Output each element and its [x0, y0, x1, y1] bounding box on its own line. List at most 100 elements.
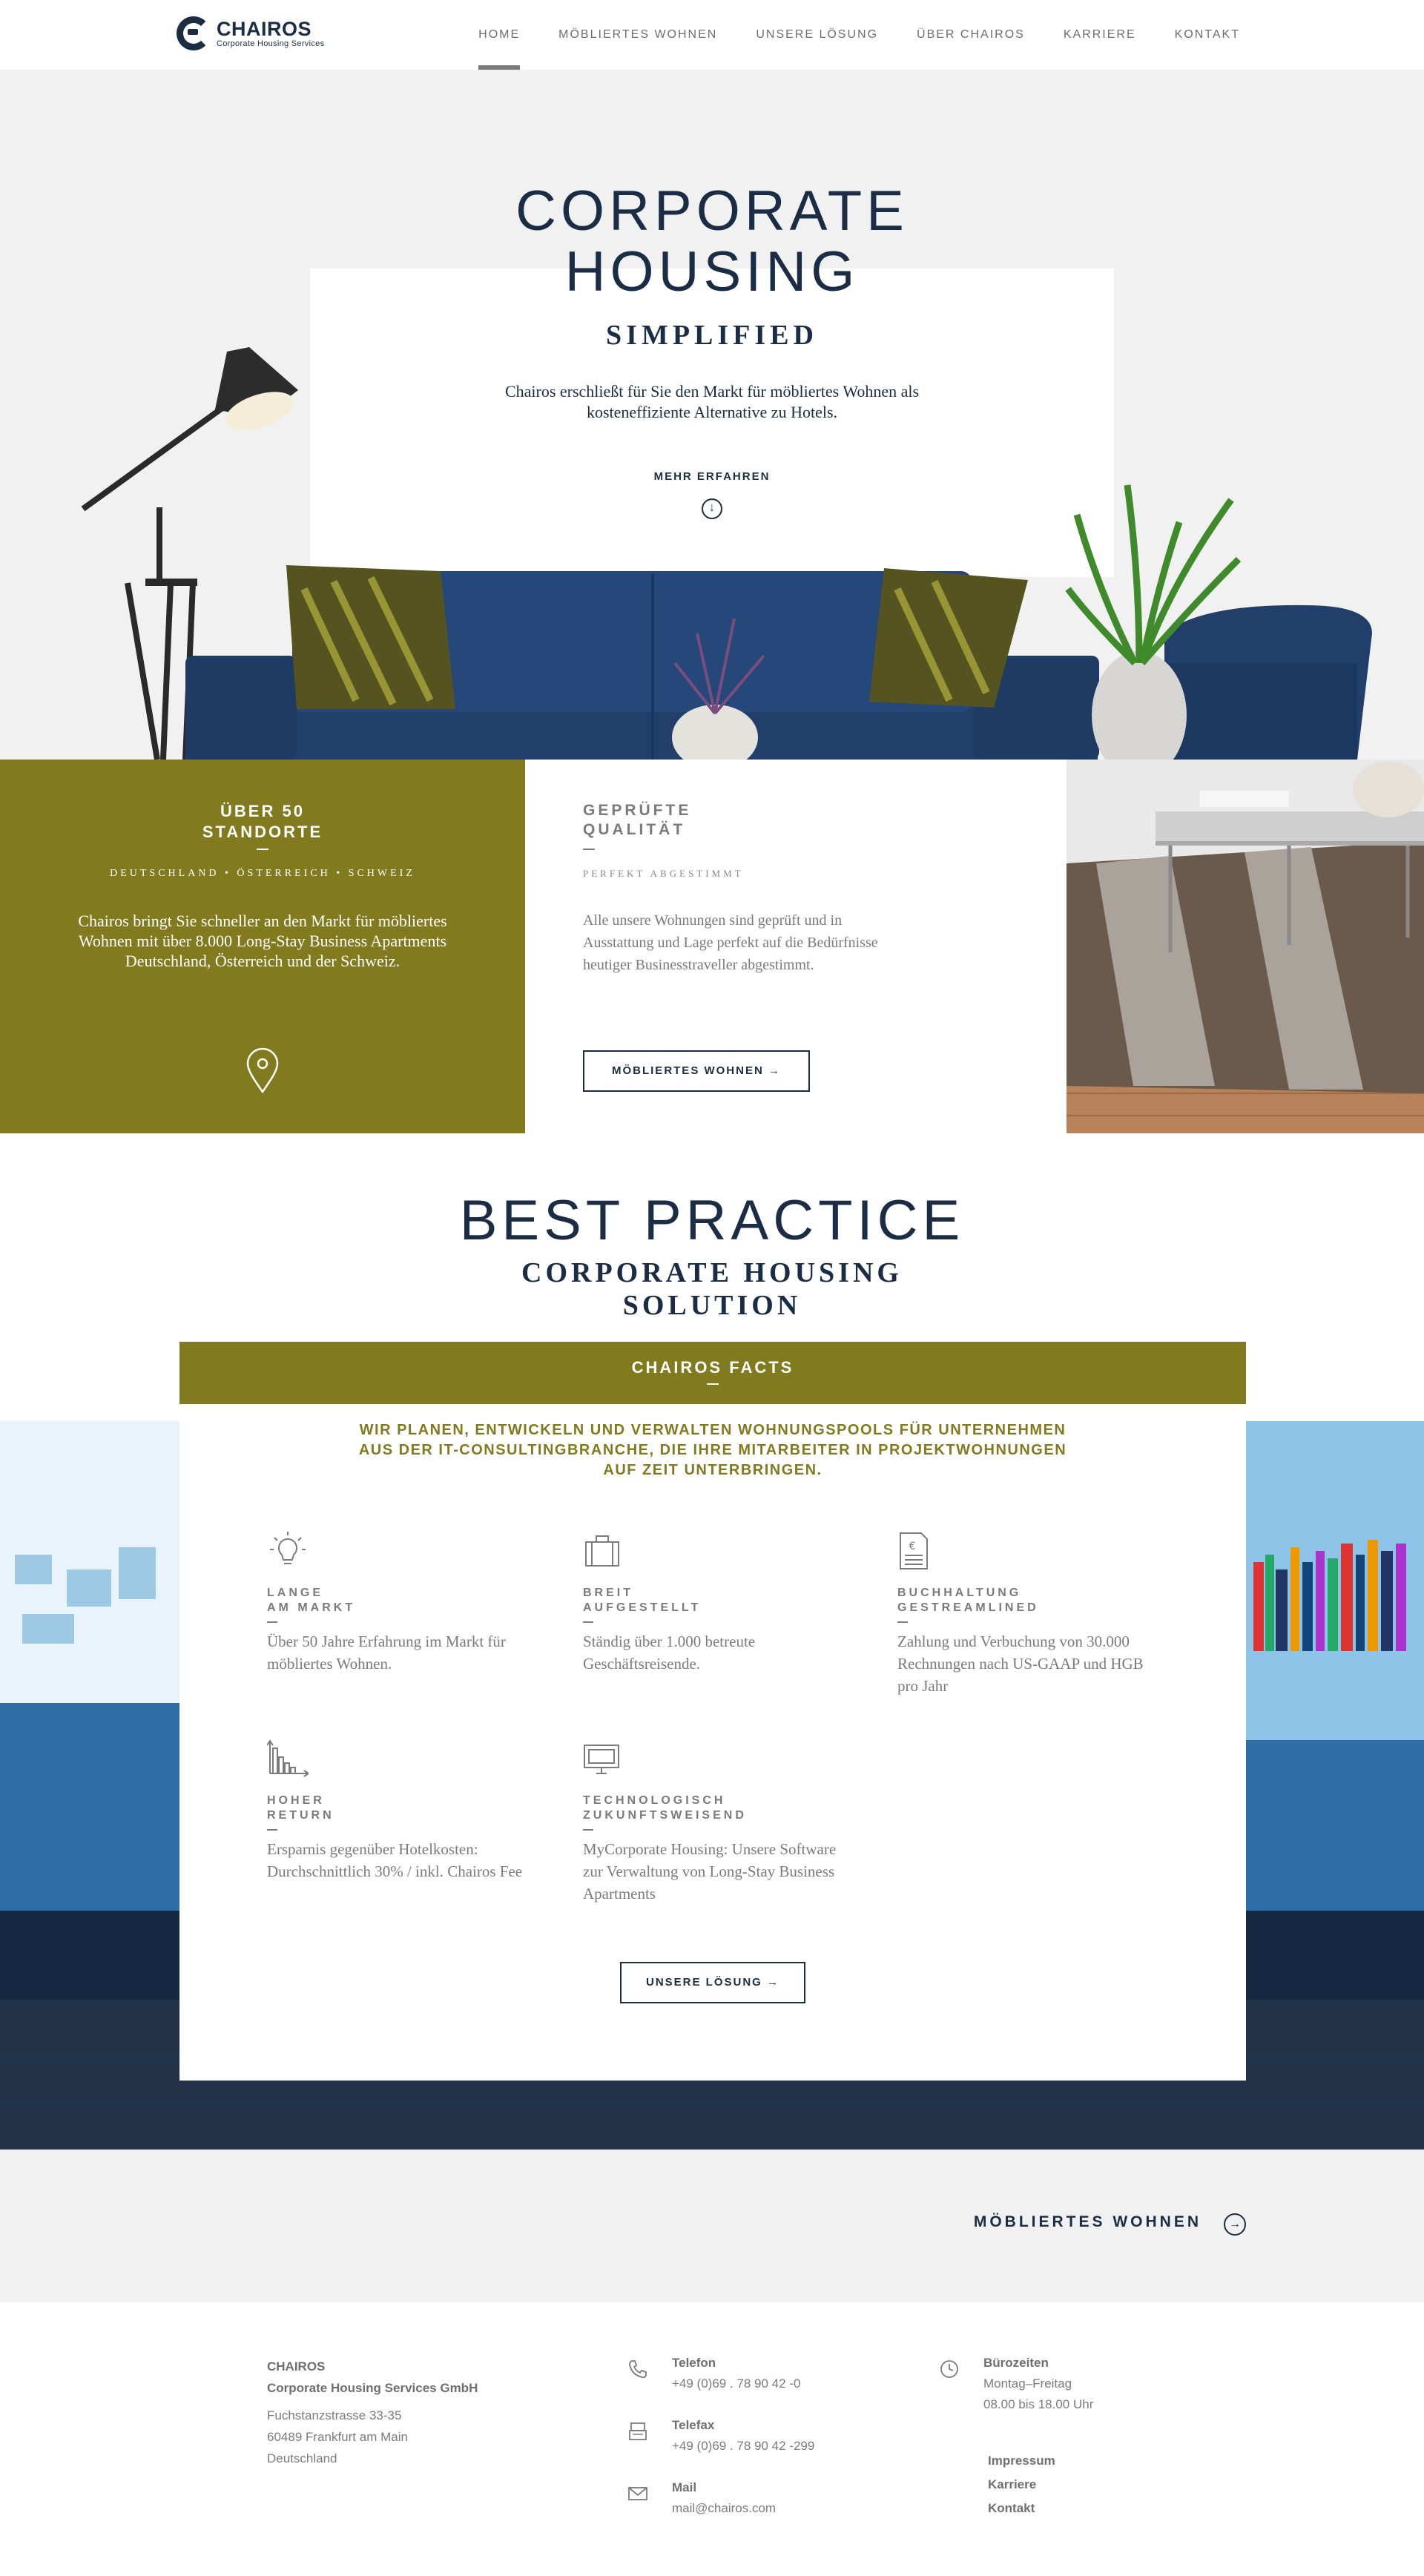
- footer-country: Deutschland: [267, 2451, 337, 2465]
- rug-table-illustration: [1067, 760, 1424, 1133]
- divider: [897, 1621, 908, 1623]
- fact-title-line-2: AM MARKT: [267, 1601, 356, 1614]
- footer-hours: Bürozeiten Montag–Freitag 08.00 bis 18.0…: [983, 2353, 1093, 2415]
- map-pin-icon: [246, 1047, 279, 1094]
- fact-title: BREIT AUFGESTELLT: [583, 1586, 850, 1615]
- facts-header-bar: CHAIROS FACTS: [179, 1342, 1246, 1404]
- footer-fax: Telefax +49 (0)69 . 78 90 42 -299: [672, 2415, 814, 2457]
- living-room-photo: [1067, 760, 1424, 1133]
- unsere-loesung-button-label: UNSERE LÖSUNG: [645, 1976, 762, 1989]
- fact-text: MyCorporate Housing: Unsere Software zur…: [583, 1840, 837, 1903]
- facts-title: CHAIROS FACTS: [631, 1358, 794, 1377]
- svg-text:€: €: [909, 1541, 916, 1552]
- best-practice-subtitle-line-2: SOLUTION: [622, 1290, 802, 1321]
- monitor-icon: [584, 1745, 619, 1774]
- quality-tagline: PERFEKT ABGESTIMMT: [583, 868, 744, 879]
- fact-item: LANGE AM MARKT Über 50 Jahre Erfahrung i…: [267, 1530, 534, 1675]
- footer-company-name: CHAIROS: [267, 2359, 326, 2374]
- logo-name: CHAIROS: [217, 18, 312, 40]
- locations-tagline: DEUTSCHLAND • ÖSTERREICH • SCHWEIZ: [110, 868, 415, 879]
- best-practice-section: BEST PRACTICE CORPORATE HOUSING SOLUTION…: [0, 1133, 1424, 2150]
- footer-mail: Mail mail@chairos.com: [672, 2477, 776, 2519]
- footer-fax-number: +49 (0)69 . 78 90 42 -299: [672, 2439, 815, 2453]
- moebliertes-wohnen-button-label: MÖBLIERTES WOHNEN: [611, 1064, 764, 1077]
- footer-link-karriere[interactable]: Karriere: [988, 2477, 1036, 2492]
- footer-hours-time: 08.00 bis 18.00 Uhr: [983, 2397, 1094, 2411]
- fact-title-line-1: BREIT: [583, 1587, 633, 1599]
- hero-title-line-2: HOUSING: [564, 240, 860, 303]
- hero-text: Chairos erschließt für Sie den Markt für…: [504, 382, 920, 421]
- nav-unsere-loesung[interactable]: UNSERE LÖSUNG: [756, 0, 878, 70]
- fact-title-line-2: RETURN: [267, 1809, 334, 1822]
- briefcase-icon: [585, 1535, 619, 1567]
- best-practice-title: BEST PRACTICE: [459, 1189, 965, 1252]
- nav-ueber-chairos[interactable]: ÜBER CHAIROS: [917, 0, 1025, 70]
- footer-street: Fuchstanzstrasse 33-35: [267, 2408, 402, 2422]
- nav-kontakt[interactable]: KONTAKT: [1175, 0, 1240, 70]
- fact-title-line-2: GESTREAMLINED: [897, 1601, 1039, 1614]
- divider: [267, 1621, 277, 1623]
- mail-icon: [628, 2487, 647, 2500]
- arrow-down-icon[interactable]: ↓: [702, 498, 722, 519]
- facts-card: WIR PLANEN, ENTWICKELN UND VERWALTEN WOH…: [179, 1404, 1246, 2081]
- nav-moebliertes-wohnen[interactable]: MÖBLIERTES WOHNEN: [558, 0, 717, 70]
- fact-title: BUCHHALTUNG GESTREAMLINED: [897, 1586, 1164, 1615]
- site-footer: CHAIROS Corporate Housing Services GmbH …: [0, 2302, 1424, 2576]
- fact-title: LANGE AM MARKT: [267, 1586, 534, 1615]
- fax-icon: [629, 2422, 647, 2440]
- footer-city: 60489 Frankfurt am Main: [267, 2430, 408, 2444]
- fact-item: TECHNOLOGISCH ZUKUNFTSWEISEND MyCorporat…: [583, 1738, 850, 1905]
- facts-lead-line-1: WIR PLANEN, ENTWICKELN UND VERWALTEN WOH…: [359, 1422, 1067, 1438]
- divider: [583, 849, 595, 850]
- nav-home[interactable]: HOME: [478, 0, 521, 70]
- fact-title: HOHER RETURN: [267, 1793, 534, 1823]
- unsere-loesung-button[interactable]: UNSERE LÖSUNG →: [620, 1962, 805, 2003]
- moebliertes-wohnen-link[interactable]: MÖBLIERTES WOHNEN: [974, 2213, 1202, 2231]
- arrow-right-circle-icon[interactable]: →: [1224, 2213, 1246, 2236]
- divider: [267, 1829, 277, 1831]
- mehr-erfahren-link[interactable]: MEHR ERFAHREN: [0, 470, 1424, 483]
- hero-title-line-1: CORPORATE: [515, 179, 909, 243]
- hero-subtitle: SIMPLIFIED: [606, 320, 818, 351]
- divider: [583, 1829, 593, 1831]
- hero-section: CORPORATE HOUSING SIMPLIFIED Chairos ers…: [0, 70, 1424, 760]
- lightbulb-icon: [270, 1532, 306, 1564]
- footer-link-kontakt[interactable]: Kontakt: [988, 2501, 1035, 2516]
- footer-hours-label: Bürozeiten: [983, 2356, 1049, 2370]
- fact-title-line-2: ZUKUNFTSWEISEND: [583, 1809, 747, 1822]
- armchair-illustration: [1164, 605, 1372, 760]
- invoice-icon: €: [900, 1532, 928, 1569]
- best-practice-subtitle: CORPORATE HOUSING SOLUTION: [0, 1256, 1424, 1322]
- quality-title-line-2: QUALITÄT: [583, 821, 686, 838]
- cta-strip: MÖBLIERTES WOHNEN →: [0, 2150, 1424, 2302]
- fact-title-line-1: HOHER: [267, 1794, 325, 1807]
- footer-address: CHAIROS Corporate Housing Services GmbH …: [267, 2356, 478, 2469]
- fact-item: BREIT AUFGESTELLT Ständig über 1.000 bet…: [583, 1530, 850, 1675]
- fact-title-line-1: LANGE: [267, 1587, 323, 1599]
- bar-chart-icon: [266, 1739, 310, 1777]
- footer-link-impressum[interactable]: Impressum: [988, 2454, 1055, 2468]
- footer-phone-number[interactable]: +49 (0)69 . 78 90 42 -0: [672, 2374, 800, 2394]
- quality-title: GEPRÜFTE QUALITÄT: [583, 801, 691, 840]
- nav-karriere[interactable]: KARRIERE: [1064, 0, 1136, 70]
- footer-mail-address[interactable]: mail@chairos.com: [672, 2498, 776, 2519]
- footer-fax-label: Telefax: [672, 2418, 715, 2432]
- facts-lead-line-2: AUS DER IT-CONSULTINGBRANCHE, DIE IHRE M…: [358, 1442, 1067, 1458]
- quality-panel: GEPRÜFTE QUALITÄT PERFEKT ABGESTIMMT All…: [525, 760, 1067, 1133]
- footer-hours-days: Montag–Freitag: [983, 2376, 1072, 2391]
- logo-icon: [177, 16, 211, 50]
- fact-title: TECHNOLOGISCH ZUKUNFTSWEISEND: [583, 1793, 850, 1823]
- fact-text: Zahlung und Verbuchung von 30.000 Rechnu…: [897, 1633, 1144, 1695]
- sofa-illustration: [185, 565, 1099, 760]
- logo[interactable]: CHAIROS Corporate Housing Services: [177, 16, 324, 50]
- footer-mail-label: Mail: [672, 2480, 697, 2494]
- facts-lead-text: WIR PLANEN, ENTWICKELN UND VERWALTEN WOH…: [179, 1420, 1246, 1480]
- fact-item: € BUCHHALTUNG GESTREAMLINED Zahlung und …: [897, 1530, 1164, 1697]
- facts-lead-line-3: AUF ZEIT UNTERBRINGEN.: [603, 1462, 823, 1478]
- locations-title: ÜBER 50 STANDORTE: [0, 801, 525, 843]
- locations-title-line-2: STANDORTE: [202, 823, 323, 841]
- moebliertes-wohnen-button[interactable]: MÖBLIERTES WOHNEN →: [583, 1050, 810, 1092]
- phone-icon: [629, 2360, 647, 2379]
- locations-text: Chairos bringt Sie schneller an den Mark…: [78, 912, 447, 970]
- divider: [583, 1621, 593, 1623]
